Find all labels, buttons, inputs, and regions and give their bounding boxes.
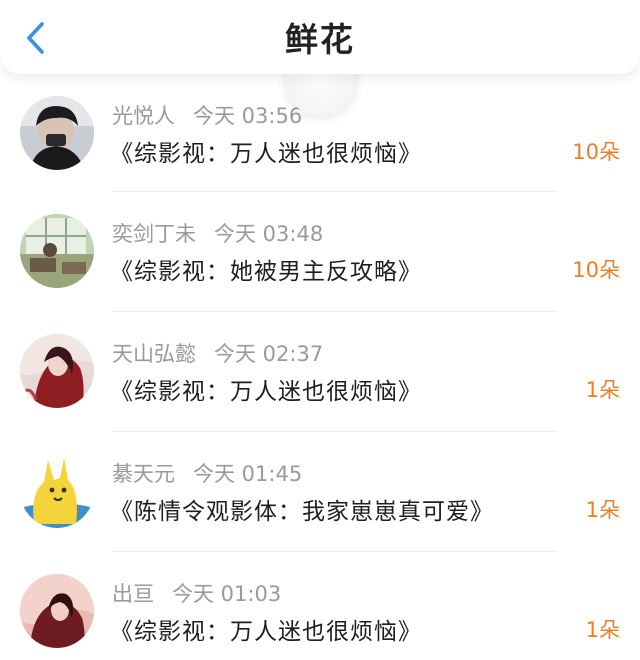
user-name[interactable]: 天山弘懿 [112, 342, 196, 366]
flower-record-list: 光悦人 今天 03:56 《综影视：万人迷也很烦恼》 10朵 奕剑丁未 今天 0… [0, 74, 640, 660]
book-title[interactable]: 《综影视：万人迷也很烦恼》 [110, 612, 422, 646]
record-time: 今天 01:45 [193, 462, 303, 486]
back-button[interactable] [14, 16, 58, 60]
flower-count: 1朵 [585, 498, 620, 522]
user-name[interactable]: 奕剑丁未 [112, 222, 196, 246]
record-time: 今天 02:37 [214, 342, 324, 366]
chevron-left-icon [27, 22, 44, 54]
record-meta: 光悦人 今天 03:56 [112, 100, 302, 130]
record-time: 今天 03:48 [214, 222, 324, 246]
avatar[interactable] [20, 96, 94, 170]
avatar[interactable] [20, 454, 94, 528]
user-name[interactable]: 出亘 [112, 582, 154, 606]
record-meta: 綦天元 今天 01:45 [112, 458, 302, 488]
page-title: 鲜花 [285, 20, 355, 59]
record-meta: 出亘 今天 01:03 [112, 578, 281, 608]
list-item[interactable]: 奕剑丁未 今天 03:48 《综影视：她被男主反攻略》 10朵 [0, 192, 640, 312]
user-name[interactable]: 光悦人 [112, 104, 175, 128]
record-meta: 天山弘懿 今天 02:37 [112, 338, 323, 368]
flower-count: 10朵 [572, 140, 620, 164]
flower-count: 1朵 [585, 618, 620, 642]
avatar[interactable] [20, 334, 94, 408]
book-title[interactable]: 《综影视：万人迷也很烦恼》 [110, 134, 422, 168]
list-item[interactable]: 天山弘懿 今天 02:37 《综影视：万人迷也很烦恼》 1朵 [0, 312, 640, 432]
record-time: 今天 01:03 [172, 582, 282, 606]
avatar[interactable] [20, 574, 94, 648]
top-bar: 鲜花 [0, 0, 640, 74]
book-title[interactable]: 《综影视：万人迷也很烦恼》 [110, 372, 422, 406]
flower-count: 10朵 [572, 258, 620, 282]
list-item[interactable]: 出亘 今天 01:03 《综影视：万人迷也很烦恼》 1朵 [0, 552, 640, 660]
book-title[interactable]: 《综影视：她被男主反攻略》 [110, 252, 422, 286]
user-name[interactable]: 綦天元 [112, 462, 175, 486]
flower-count: 1朵 [585, 378, 620, 402]
record-meta: 奕剑丁未 今天 03:48 [112, 218, 323, 248]
book-title[interactable]: 《陈情令观影体：我家崽崽真可爱》 [110, 492, 494, 526]
screen: 鲜花 光悦人 今天 03:56 《综影视：万人迷也很烦恼》 10朵 奕剑丁未 今… [0, 0, 640, 660]
avatar[interactable] [20, 214, 94, 288]
record-time: 今天 03:56 [193, 104, 303, 128]
list-item[interactable]: 綦天元 今天 01:45 《陈情令观影体：我家崽崽真可爱》 1朵 [0, 432, 640, 552]
